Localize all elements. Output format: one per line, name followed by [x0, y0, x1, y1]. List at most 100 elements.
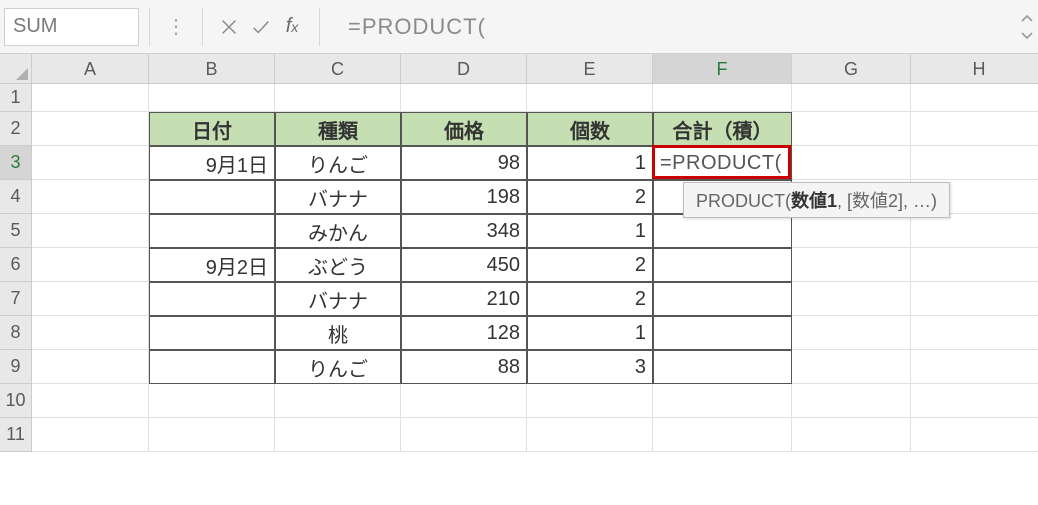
column-header-D[interactable]: D [401, 54, 527, 84]
cell-F9[interactable] [653, 350, 792, 384]
cell-H2[interactable] [911, 112, 1038, 146]
cell-D5[interactable]: 348 [401, 214, 527, 248]
cell-G11[interactable] [792, 418, 911, 452]
cell-A7[interactable] [32, 282, 149, 316]
cell-B3[interactable]: 9月1日 [149, 146, 275, 180]
cell-A2[interactable] [32, 112, 149, 146]
cell-H1[interactable] [911, 84, 1038, 112]
row-header-1[interactable]: 1 [0, 84, 32, 112]
cell-B9[interactable] [149, 350, 275, 384]
row-header-9[interactable]: 9 [0, 350, 32, 384]
row-header-8[interactable]: 8 [0, 316, 32, 350]
cell-H5[interactable] [911, 214, 1038, 248]
cell-G9[interactable] [792, 350, 911, 384]
cell-H10[interactable] [911, 384, 1038, 418]
cell-C2[interactable]: 種類 [275, 112, 401, 146]
cell-F11[interactable] [653, 418, 792, 452]
cell-F8[interactable] [653, 316, 792, 350]
cell-C1[interactable] [275, 84, 401, 112]
cell-H7[interactable] [911, 282, 1038, 316]
cell-B4[interactable] [149, 180, 275, 214]
cell-A3[interactable] [32, 146, 149, 180]
column-header-C[interactable]: C [275, 54, 401, 84]
enter-icon[interactable] [245, 8, 277, 46]
cell-E3[interactable]: 1 [527, 146, 653, 180]
row-header-6[interactable]: 6 [0, 248, 32, 282]
cell-A8[interactable] [32, 316, 149, 350]
cell-F5[interactable] [653, 214, 792, 248]
cell-F10[interactable] [653, 384, 792, 418]
cell-B8[interactable] [149, 316, 275, 350]
cell-D4[interactable]: 198 [401, 180, 527, 214]
column-header-B[interactable]: B [149, 54, 275, 84]
cell-A11[interactable] [32, 418, 149, 452]
cell-B10[interactable] [149, 384, 275, 418]
cell-F1[interactable] [653, 84, 792, 112]
cell-E2[interactable]: 個数 [527, 112, 653, 146]
cell-C3[interactable]: りんご [275, 146, 401, 180]
cell-A10[interactable] [32, 384, 149, 418]
cell-G7[interactable] [792, 282, 911, 316]
cell-E5[interactable]: 1 [527, 214, 653, 248]
column-header-E[interactable]: E [527, 54, 653, 84]
cell-G2[interactable] [792, 112, 911, 146]
cell-B6[interactable]: 9月2日 [149, 248, 275, 282]
row-header-5[interactable]: 5 [0, 214, 32, 248]
cell-D2[interactable]: 価格 [401, 112, 527, 146]
cell-A6[interactable] [32, 248, 149, 282]
cell-A5[interactable] [32, 214, 149, 248]
cell-E4[interactable]: 2 [527, 180, 653, 214]
row-header-3[interactable]: 3 [0, 146, 32, 180]
select-all-corner[interactable] [0, 54, 32, 84]
fx-icon[interactable]: fx [277, 8, 309, 46]
cancel-icon[interactable] [213, 8, 245, 46]
cell-E1[interactable] [527, 84, 653, 112]
cell-H8[interactable] [911, 316, 1038, 350]
cell-C9[interactable]: りんご [275, 350, 401, 384]
cell-F7[interactable] [653, 282, 792, 316]
column-header-A[interactable]: A [32, 54, 149, 84]
cell-C10[interactable] [275, 384, 401, 418]
cell-E7[interactable]: 2 [527, 282, 653, 316]
column-header-H[interactable]: H [911, 54, 1038, 84]
row-header-7[interactable]: 7 [0, 282, 32, 316]
cell-F2[interactable]: 合計（積） [653, 112, 792, 146]
column-header-G[interactable]: G [792, 54, 911, 84]
cell-B7[interactable] [149, 282, 275, 316]
formula-bar-expand[interactable] [1016, 14, 1038, 40]
range-selector-icon[interactable]: ⋮ [160, 8, 192, 46]
cell-G5[interactable] [792, 214, 911, 248]
row-header-4[interactable]: 4 [0, 180, 32, 214]
cell-C8[interactable]: 桃 [275, 316, 401, 350]
cell-A9[interactable] [32, 350, 149, 384]
row-header-2[interactable]: 2 [0, 112, 32, 146]
cell-D1[interactable] [401, 84, 527, 112]
column-header-F[interactable]: F [653, 54, 792, 84]
cell-C4[interactable]: バナナ [275, 180, 401, 214]
cell-E8[interactable]: 1 [527, 316, 653, 350]
cell-D10[interactable] [401, 384, 527, 418]
cell-C6[interactable]: ぶどう [275, 248, 401, 282]
row-header-11[interactable]: 11 [0, 418, 32, 452]
cell-E9[interactable]: 3 [527, 350, 653, 384]
cell-E10[interactable] [527, 384, 653, 418]
cell-H11[interactable] [911, 418, 1038, 452]
cell-G1[interactable] [792, 84, 911, 112]
cell-D7[interactable]: 210 [401, 282, 527, 316]
cell-B2[interactable]: 日付 [149, 112, 275, 146]
cell-C11[interactable] [275, 418, 401, 452]
cell-C7[interactable]: バナナ [275, 282, 401, 316]
cell-A1[interactable] [32, 84, 149, 112]
cell-H3[interactable] [911, 146, 1038, 180]
cell-C5[interactable]: みかん [275, 214, 401, 248]
cell-B11[interactable] [149, 418, 275, 452]
cell-D8[interactable]: 128 [401, 316, 527, 350]
cell-D11[interactable] [401, 418, 527, 452]
cell-D6[interactable]: 450 [401, 248, 527, 282]
cell-E6[interactable]: 2 [527, 248, 653, 282]
cell-H6[interactable] [911, 248, 1038, 282]
cell-F3[interactable]: =PRODUCT( [653, 146, 792, 180]
name-box[interactable]: SUM [4, 8, 139, 46]
cell-B5[interactable] [149, 214, 275, 248]
cell-D9[interactable]: 88 [401, 350, 527, 384]
